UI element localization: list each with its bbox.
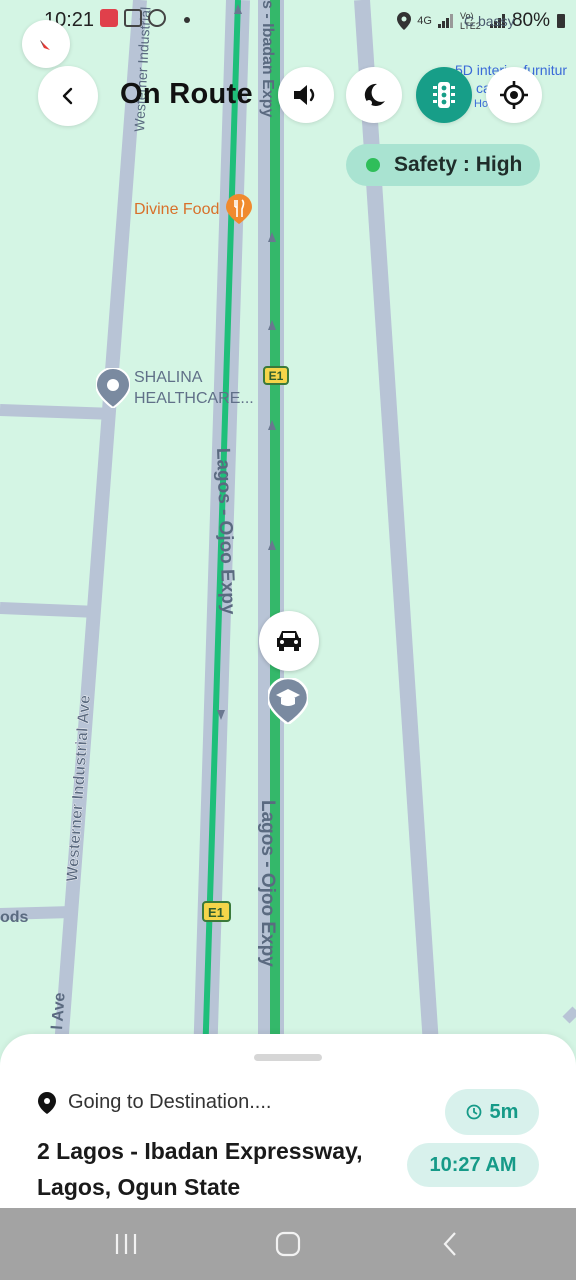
e1-shield-label: E1 [269, 369, 284, 383]
notification-dot [184, 17, 190, 23]
signal-icon [437, 14, 453, 28]
trip-bottom-sheet[interactable]: Going to Destination.... 2 Lagos - Ibada… [0, 1034, 576, 1214]
poi-shalina-line2: HEALTHCARE... [134, 390, 254, 407]
arrival-time-badge: 10:27 AM [407, 1143, 539, 1187]
eta-badge: 5m [445, 1089, 539, 1135]
safety-status-dot [366, 158, 380, 172]
location-icon [397, 12, 412, 30]
battery-level: 80% [511, 10, 550, 31]
speaker-icon [294, 85, 315, 105]
back-icon [443, 1232, 456, 1256]
clock-icon [466, 1104, 481, 1120]
car-icon [277, 631, 301, 651]
school-pin-icon[interactable] [268, 678, 308, 724]
sheet-drag-handle[interactable] [254, 1054, 322, 1061]
system-navigation-bar [0, 1208, 576, 1280]
safety-label: Safety : High [394, 153, 523, 176]
system-back-button[interactable] [428, 1226, 472, 1262]
address-line-2: Lagos, Ogun State [37, 1174, 241, 1200]
arrival-time: 10:27 AM [429, 1153, 517, 1176]
safety-badge: Safety : High [346, 144, 540, 186]
traffic-button[interactable] [416, 67, 472, 123]
road-label-lagos-ojoo-2: Lagos - Ojoo Expy [257, 800, 278, 967]
vehicle-position-marker[interactable] [259, 611, 319, 671]
e1-shield-label: E1 [208, 905, 224, 920]
night-mode-icon [364, 83, 385, 106]
whatsapp-icon [148, 9, 166, 27]
battery-icon [557, 14, 565, 28]
healthcare-pin-icon[interactable] [96, 368, 130, 408]
going-to-destination-label: Going to Destination.... [68, 1091, 272, 1113]
destination-address: 2 Lagos - Ibadan Expressway, Lagos, Ogun… [37, 1133, 397, 1205]
home-icon [275, 1231, 301, 1257]
page-title: On Route [120, 78, 253, 110]
restaurant-pin-icon[interactable] [226, 194, 252, 224]
gallery-icon [124, 9, 142, 27]
road-label-ods: ods [0, 909, 29, 926]
location-pin-icon [38, 1091, 56, 1114]
chevron-left-icon [62, 87, 73, 105]
crosshair-icon [500, 81, 528, 109]
night-mode-button[interactable] [346, 67, 402, 123]
road-label-westerner-bottom: l Ave [49, 992, 69, 1030]
compass-icon [40, 40, 50, 50]
poi-embassy: C bassy [464, 13, 515, 29]
compass-button[interactable] [22, 20, 70, 68]
recent-apps-button[interactable] [104, 1226, 148, 1262]
eta-value: 5m [489, 1100, 519, 1123]
recent-apps-icon [115, 1234, 137, 1254]
e1-shield: E1 [263, 366, 289, 385]
poi-shalina-line1: SHALINA [134, 369, 203, 386]
e1-shield: E1 [202, 901, 231, 922]
locate-button[interactable] [486, 67, 542, 123]
home-button[interactable] [266, 1226, 310, 1262]
poi-divine-food[interactable]: Divine Food [134, 201, 219, 219]
address-line-1: 2 Lagos - Ibadan Expressway, [37, 1138, 363, 1164]
sound-button[interactable] [278, 67, 334, 123]
traffic-light-icon [433, 82, 455, 108]
notification-app-icon [100, 9, 118, 27]
back-button[interactable] [38, 66, 98, 126]
network-4g-label: 4G [417, 15, 432, 27]
poi-shalina-healthcare[interactable]: SHALINA HEALTHCARE... [134, 367, 254, 409]
